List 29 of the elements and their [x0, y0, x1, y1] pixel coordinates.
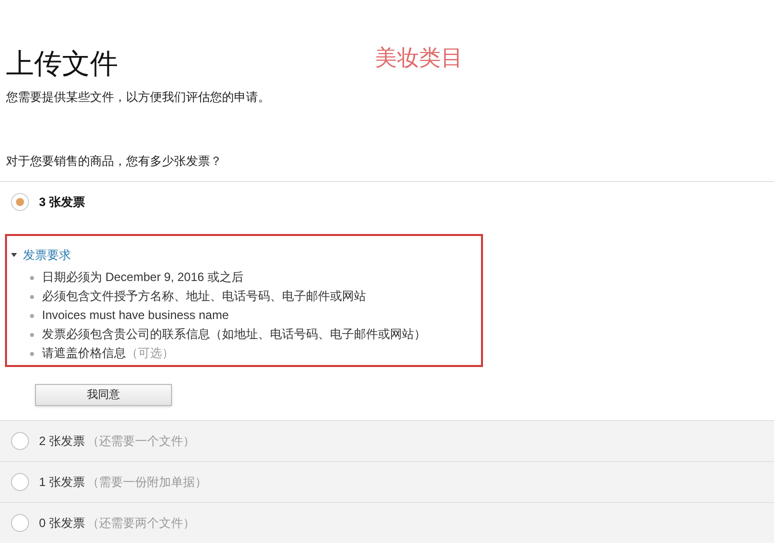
bullet-icon [30, 352, 34, 356]
option-note: （还需要一个文件） [87, 433, 196, 450]
description: 您需要提供某些文件，以方便我们评估您的申请。 [5, 89, 271, 106]
option-note: （还需要两个文件） [87, 515, 196, 532]
requirement-text: Invoices must have business name [42, 307, 229, 324]
requirement-text: 必须包含文件授予方名称、地址、电话号码、电子邮件或网站 [42, 288, 366, 305]
requirement-text: 日期必须为 December 9, 2016 或之后 [42, 269, 244, 286]
requirement-text: 发票必须包含贵公司的联系信息（如地址、电话号码、电子邮件或网站） [42, 326, 426, 343]
requirements-link[interactable]: 发票要求 [23, 246, 71, 264]
option-label: 3 张发票 [39, 194, 86, 211]
agree-button[interactable]: 我同意 [35, 384, 172, 406]
bullet-icon [30, 276, 34, 280]
annotation-label: 美妆类目 [375, 44, 463, 72]
bullet-icon [30, 314, 34, 318]
option-label: 1 张发票 [39, 474, 86, 491]
radio-button[interactable] [11, 514, 29, 532]
bullet-icon [30, 294, 34, 298]
question: 对于您要销售的商品，您有多少张发票？ [5, 153, 223, 170]
requirement-text: 请遮盖价格信息 [42, 345, 126, 362]
radio-button[interactable] [11, 193, 29, 211]
option-label: 0 张发票 [39, 515, 86, 532]
radio-button[interactable] [11, 473, 29, 491]
requirement-note: （可选） [126, 345, 174, 362]
option-note: （需要一份附加单据） [87, 474, 208, 491]
option-label: 2 张发票 [39, 433, 86, 450]
bullet-icon [30, 332, 34, 336]
radio-button[interactable] [11, 432, 29, 450]
page-title: 上传文件 [6, 47, 118, 81]
disclosure-icon[interactable] [11, 252, 17, 258]
